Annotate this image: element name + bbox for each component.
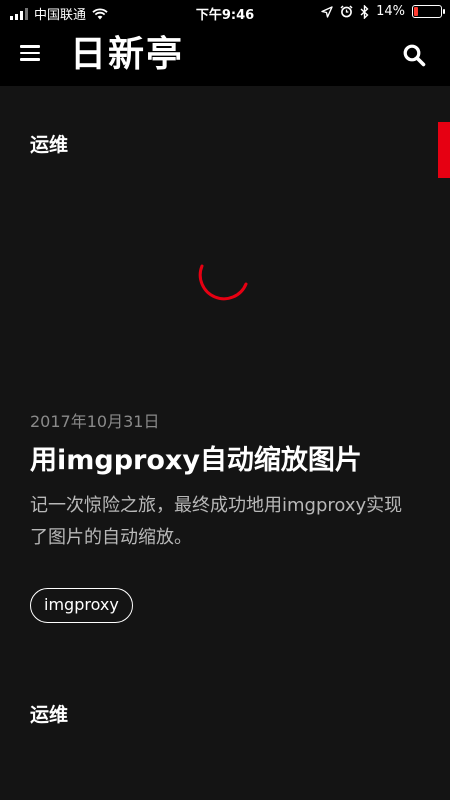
battery-percent: 14% xyxy=(376,4,405,19)
post-tag[interactable]: imgproxy xyxy=(30,588,133,623)
app-header: 日新亭 xyxy=(0,24,450,86)
post-excerpt: 记一次惊险之旅，最终成功地用imgproxy实现了图片的自动缩放。 xyxy=(30,495,403,548)
post-date: 2017年10月31日 xyxy=(30,412,160,431)
battery-level xyxy=(414,7,418,16)
category-heading[interactable]: 运维 xyxy=(30,130,68,157)
alarm-clock-icon xyxy=(340,5,353,18)
category-heading[interactable]: 运维 xyxy=(30,700,68,727)
post-title[interactable]: 用imgproxy自动缩放图片 xyxy=(30,442,430,480)
site-title[interactable]: 日新亭 xyxy=(70,34,184,76)
location-arrow-icon xyxy=(321,5,333,18)
battery-icon xyxy=(412,5,445,18)
hamburger-menu-icon[interactable] xyxy=(20,45,40,61)
loading-spinner-icon xyxy=(198,264,248,301)
bluetooth-icon xyxy=(360,4,369,19)
status-bar: 中国联通 下午9:46 14% xyxy=(0,0,450,24)
side-floating-badge[interactable] xyxy=(438,122,450,178)
status-right: 14% xyxy=(321,4,445,19)
search-icon[interactable] xyxy=(402,43,426,67)
